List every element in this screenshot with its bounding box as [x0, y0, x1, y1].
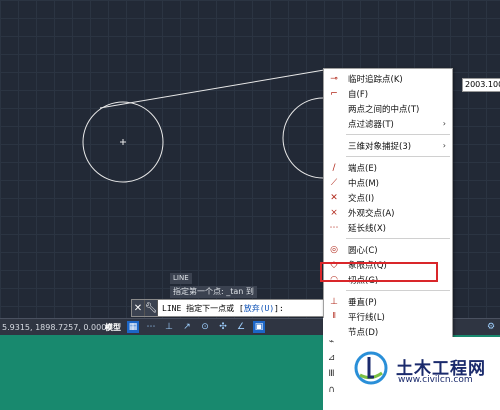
model-tab[interactable]: 模型	[102, 322, 124, 333]
osnap-settings-icon[interactable]: ∩	[323, 382, 340, 398]
annotate-icon[interactable]: ∠	[235, 321, 247, 333]
menu-separator	[346, 290, 450, 291]
command-line[interactable]: ✕ 🔧︎ LINE 指定下一点或 [放弃(U)]:	[131, 299, 324, 317]
apparent-intersection-icon: ⨯	[330, 207, 338, 218]
endpoint-icon: ∕	[332, 162, 336, 173]
command-history: 指定第一个点: _tan 到	[170, 286, 257, 298]
submenu-arrow-icon: ›	[442, 141, 446, 150]
menu-item-intersection[interactable]: ✕ 交点(I)	[324, 190, 452, 205]
cursor-coordinates: 5.9315, 1898.7257, 0.0000	[2, 322, 112, 332]
menu-item-parallel[interactable]: ∥ 平行线(L)	[324, 309, 452, 324]
menu-item-apparent-intersection[interactable]: ⨯ 外观交点(A)	[324, 205, 452, 220]
menu-item-3d-osnap[interactable]: 三维对象捕捉(3) ›	[324, 138, 452, 153]
tangent-icon: ◠	[330, 274, 338, 285]
nearest-icon[interactable]: ⊿	[323, 350, 340, 366]
menu-item-from[interactable]: ⌐ 自(F)	[324, 86, 452, 101]
menu-item-perpendicular[interactable]: ⊥ 垂直(P)	[324, 294, 452, 309]
none-icon[interactable]: Ⅲ	[323, 366, 340, 382]
quadrant-icon: ◇	[330, 259, 338, 270]
menu-item-temporary-track[interactable]: ⊸ 临时追踪点(K)	[324, 71, 452, 86]
menu-item-midpoint[interactable]: ⟋ 中点(M)	[324, 175, 452, 190]
tangent-line[interactable]	[99, 68, 331, 109]
right-circle-arc[interactable]	[282, 97, 324, 179]
osnap-context-menu[interactable]: ⊸ 临时追踪点(K) ⌐ 自(F) 两点之间的中点(T) 点过滤器(T) › 三…	[323, 68, 453, 340]
menu-item-endpoint[interactable]: ∕ 端点(E)	[324, 160, 452, 175]
menu-separator	[346, 238, 450, 239]
wrench-icon[interactable]: 🔧︎	[145, 300, 158, 316]
watermark: 土木工程网 www.civilcn.com	[340, 337, 500, 410]
track-icon[interactable]: ✣	[217, 321, 229, 333]
workspace-icon[interactable]: ▣	[253, 321, 265, 333]
menu-item-extension[interactable]: ⋯ 延长线(X)	[324, 220, 452, 235]
watermark-url: www.civilcn.com	[398, 375, 473, 385]
menu-item-tangent[interactable]: ◠ 切点(G)	[324, 272, 452, 287]
insert-icon[interactable]: ⌁	[323, 334, 340, 350]
snap-icon[interactable]: ⋯	[145, 321, 157, 333]
ortho-icon[interactable]: ⊥	[163, 321, 175, 333]
temporary-track-icon: ⊸	[330, 73, 338, 84]
menu-item-midpoint-between[interactable]: 两点之间的中点(T)	[324, 101, 452, 116]
settings-icon[interactable]: ⚙	[485, 321, 497, 333]
prompt-end: ]:	[274, 303, 284, 313]
prompt-main: LINE 指定下一点或 [	[162, 303, 244, 313]
midpoint-icon: ⟋	[330, 177, 338, 188]
close-icon[interactable]: ✕	[132, 300, 145, 316]
menu-separator	[346, 156, 450, 157]
command-prompt[interactable]: LINE 指定下一点或 [放弃(U)]:	[158, 303, 284, 314]
grid-icon[interactable]: ▦	[127, 321, 139, 333]
extension-icon: ⋯	[329, 222, 339, 233]
menu-item-point-filters[interactable]: 点过滤器(T) ›	[324, 116, 452, 131]
menu-separator	[346, 134, 450, 135]
perpendicular-icon: ⊥	[330, 296, 338, 307]
command-line-label: LINE	[170, 273, 192, 284]
from-icon: ⌐	[330, 88, 338, 99]
osnap-icon[interactable]: ⊙	[199, 321, 211, 333]
submenu-arrow-icon: ›	[442, 119, 446, 128]
polar-icon[interactable]: ↗	[181, 321, 193, 333]
menu-item-quadrant[interactable]: ◇ 象限点(Q)	[324, 257, 452, 272]
center-icon: ◎	[330, 244, 338, 255]
watermark-logo-icon	[354, 351, 388, 385]
coordinate-tooltip: 2003.1000	[462, 78, 500, 92]
undo-option[interactable]: 放弃(U)	[244, 304, 274, 313]
intersection-icon: ✕	[330, 192, 338, 203]
menu-item-center[interactable]: ◎ 圆心(C)	[324, 242, 452, 257]
menu-lower-icons: ⌁ ⊿ Ⅲ ∩	[323, 318, 340, 410]
